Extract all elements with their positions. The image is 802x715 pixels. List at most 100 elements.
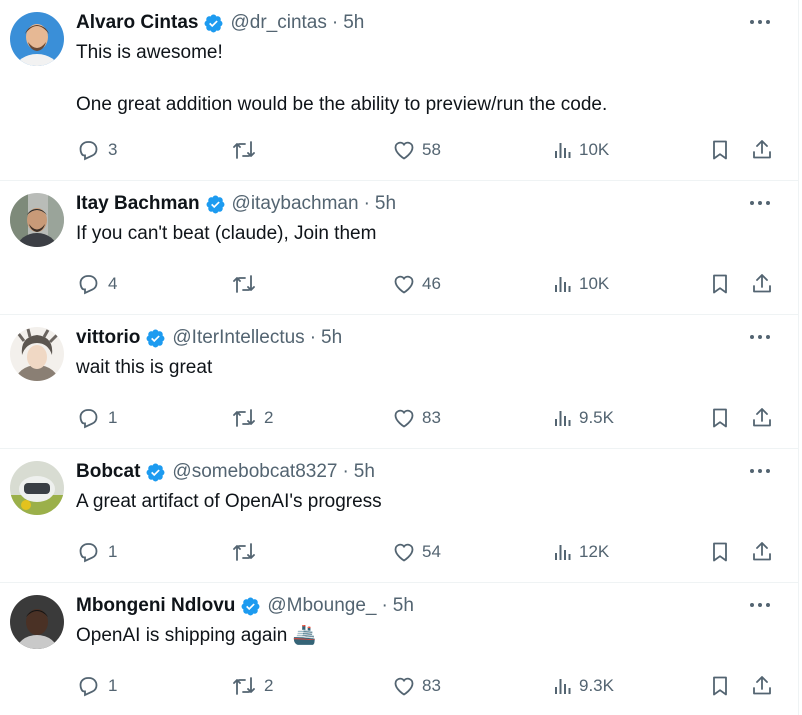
share-icon	[753, 676, 771, 695]
author-name[interactable]: vittorio	[76, 327, 140, 349]
author-handle[interactable]: @itaybachman	[232, 193, 359, 215]
tweet-text: This is awesome! One great addition woul…	[76, 42, 608, 115]
retweet-button[interactable]	[232, 137, 264, 163]
bookmark-button[interactable]	[708, 271, 732, 297]
more-icon[interactable]	[748, 463, 772, 479]
timestamp[interactable]: 5h	[354, 461, 375, 483]
view-count: 9.5K	[579, 408, 614, 427]
like-button[interactable]: 83	[392, 405, 441, 431]
like-button[interactable]: 58	[392, 137, 441, 163]
like-count: 83	[422, 676, 441, 695]
views-button[interactable]: 12K	[551, 539, 609, 565]
retweet-icon	[233, 275, 255, 293]
reply-button[interactable]: 1	[76, 405, 117, 431]
share-button[interactable]	[750, 137, 774, 163]
action-bar: 3 58 10K	[76, 137, 772, 163]
views-button[interactable]: 9.3K	[551, 673, 614, 699]
author-handle[interactable]: @somebobcat8327	[172, 461, 337, 483]
bookmark-icon	[713, 676, 727, 696]
reply-button[interactable]: 1	[76, 673, 117, 699]
timestamp[interactable]: 5h	[343, 12, 364, 34]
views-button[interactable]: 10K	[551, 271, 609, 297]
share-button[interactable]	[750, 271, 774, 297]
reply-count: 4	[108, 274, 118, 293]
reply-count: 1	[108, 542, 118, 561]
timestamp[interactable]: 5h	[393, 595, 414, 617]
tweet[interactable]: vittorio @IterIntellectus · 5h wait this…	[0, 315, 798, 449]
more-icon[interactable]	[748, 195, 772, 211]
tweet[interactable]: Alvaro Cintas @dr_cintas · 5h This is aw…	[0, 0, 798, 181]
retweet-button[interactable]	[232, 539, 264, 565]
bookmark-icon	[713, 408, 727, 428]
tweet-header: Itay Bachman @itaybachman · 5h	[76, 192, 396, 216]
reply-button[interactable]: 1	[76, 539, 117, 565]
author-name[interactable]: Itay Bachman	[76, 193, 200, 215]
avatar[interactable]	[10, 12, 64, 66]
more-icon[interactable]	[748, 329, 772, 345]
tweet-header: Alvaro Cintas @dr_cintas · 5h	[76, 11, 364, 35]
author-handle[interactable]: @Mbounge_	[267, 595, 376, 617]
avatar[interactable]	[10, 193, 64, 247]
more-icon[interactable]	[748, 597, 772, 613]
tweet-text: OpenAI is shipping again 🚢	[76, 625, 317, 646]
views-button[interactable]: 10K	[551, 137, 609, 163]
views-button[interactable]: 9.5K	[551, 405, 614, 431]
bookmark-button[interactable]	[708, 137, 732, 163]
like-icon	[394, 275, 414, 294]
reply-icon	[79, 543, 98, 563]
like-button[interactable]: 54	[392, 539, 441, 565]
author-name[interactable]: Bobcat	[76, 461, 140, 483]
retweet-button[interactable]: 2	[232, 673, 273, 699]
verified-badge-icon	[241, 597, 260, 615]
tweet[interactable]: Mbongeni Ndlovu @Mbounge_ · 5h OpenAI is…	[0, 583, 798, 715]
action-bar: 1 2 83 9.5K	[76, 405, 772, 431]
avatar[interactable]	[10, 461, 64, 515]
retweet-icon	[233, 543, 255, 561]
reply-button[interactable]: 3	[76, 137, 117, 163]
tweet[interactable]: Itay Bachman @itaybachman · 5h If you ca…	[0, 181, 798, 315]
reply-icon	[79, 677, 98, 697]
author-handle[interactable]: @IterIntellectus	[172, 327, 304, 349]
avatar[interactable]	[10, 595, 64, 649]
like-icon	[394, 543, 414, 562]
reply-button[interactable]: 4	[76, 271, 117, 297]
separator-dot: ·	[342, 461, 349, 482]
like-button[interactable]: 83	[392, 673, 441, 699]
retweet-button[interactable]	[232, 271, 264, 297]
bookmark-button[interactable]	[708, 539, 732, 565]
timestamp[interactable]: 5h	[321, 327, 342, 349]
share-button[interactable]	[750, 405, 774, 431]
like-button[interactable]: 46	[392, 271, 441, 297]
retweet-button[interactable]: 2	[232, 405, 273, 431]
avatar[interactable]	[10, 327, 64, 381]
author-name[interactable]: Mbongeni Ndlovu	[76, 595, 235, 617]
more-icon[interactable]	[748, 14, 772, 30]
timestamp[interactable]: 5h	[375, 193, 396, 215]
separator-dot: ·	[331, 12, 339, 33]
retweet-count: 2	[264, 676, 274, 695]
author-name[interactable]: Alvaro Cintas	[76, 12, 198, 34]
tweet[interactable]: Bobcat @somebobcat8327 · 5h A great arti…	[0, 449, 798, 583]
action-bar: 4 46 10K	[76, 271, 772, 297]
retweet-icon	[233, 141, 255, 159]
like-count: 54	[422, 542, 441, 561]
views-icon	[555, 411, 571, 426]
separator-dot: ·	[363, 193, 370, 214]
verified-badge-icon	[146, 329, 165, 347]
views-icon	[555, 679, 571, 694]
share-button[interactable]	[750, 673, 774, 699]
like-icon	[394, 677, 414, 696]
bookmark-icon	[713, 140, 727, 160]
tweet-text: A great artifact of OpenAI's progress	[76, 491, 382, 512]
author-handle[interactable]: @dr_cintas	[230, 12, 326, 34]
view-count: 12K	[579, 542, 610, 561]
reply-count: 3	[108, 140, 118, 159]
bookmark-button[interactable]	[708, 405, 732, 431]
like-icon	[394, 409, 414, 428]
share-icon	[753, 140, 771, 159]
view-count: 9.3K	[579, 676, 614, 695]
share-button[interactable]	[750, 539, 774, 565]
reply-count: 1	[108, 676, 118, 695]
bookmark-button[interactable]	[708, 673, 732, 699]
retweet-icon	[233, 677, 255, 695]
